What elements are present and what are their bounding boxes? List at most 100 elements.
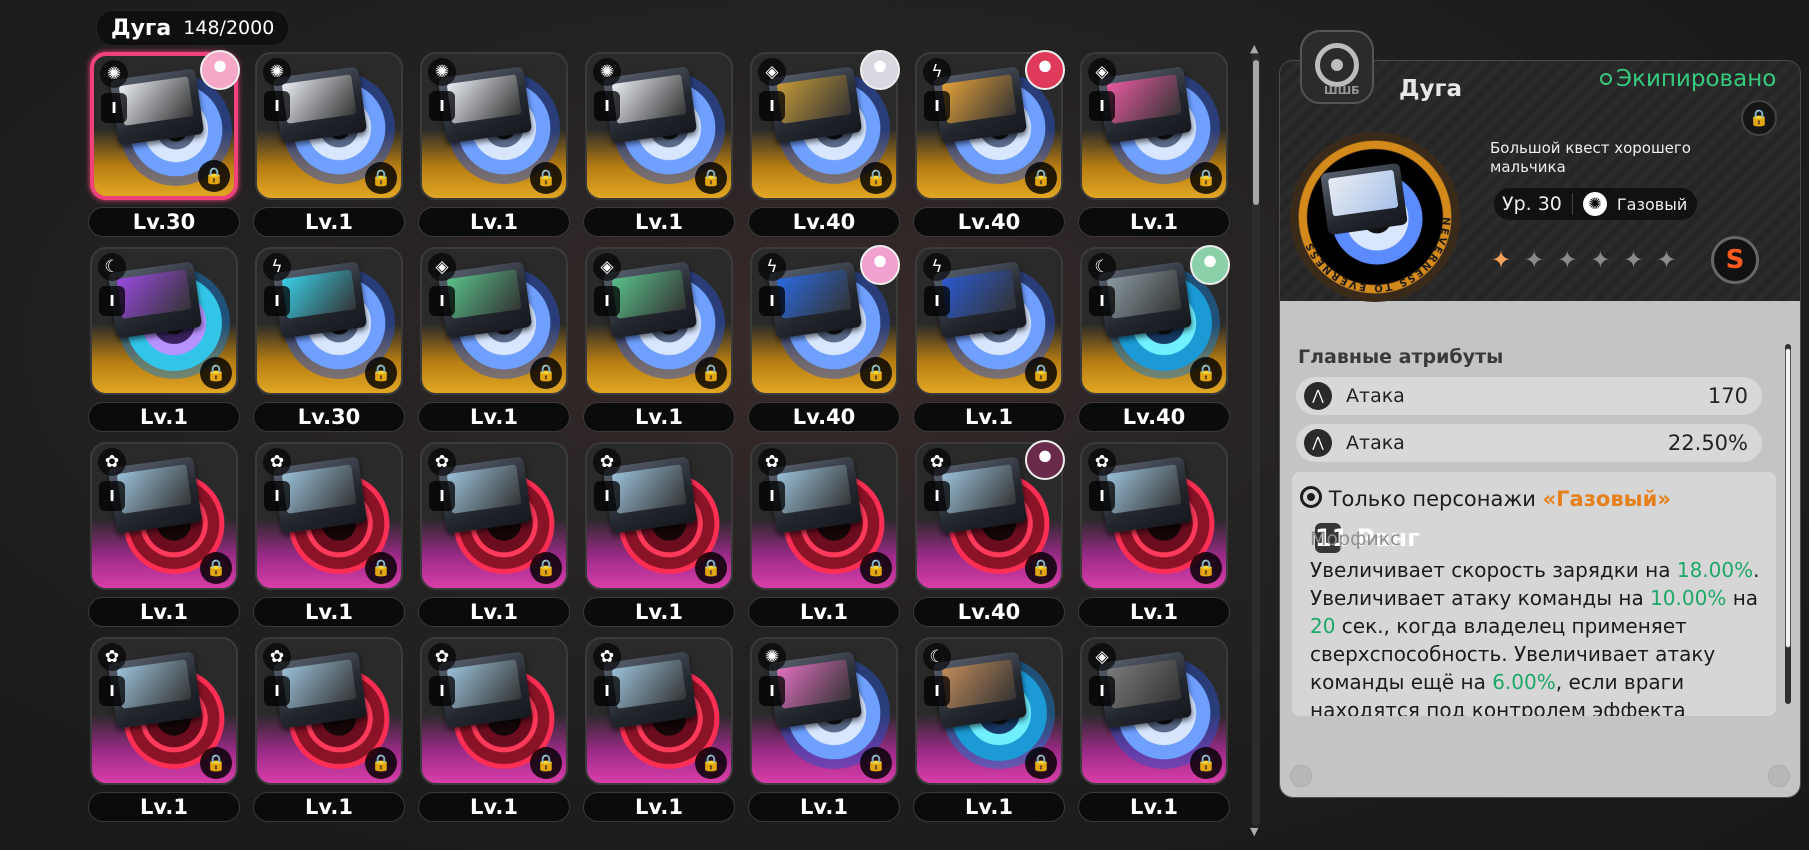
detail-scrollbar-thumb[interactable] [1785,348,1791,648]
disc-card-tile[interactable]: ◈ I 🔒 [585,247,733,395]
lock-icon[interactable]: 🔒 [200,747,232,779]
rank-numeral: I [429,481,455,511]
disc-level-label: Lv.1 [583,207,735,237]
lock-icon[interactable]: 🔒 [530,552,562,584]
disc-card[interactable]: ✿ I 🔒 Lv.1 [583,637,735,822]
flower-icon: ✿ [263,448,291,476]
disc-card[interactable]: ✿ I 🔒 Lv.40 [913,440,1065,627]
lock-icon[interactable]: 🔒 [365,747,397,779]
disc-card[interactable]: ☾ I 🔒 Lv.40 [1078,245,1230,432]
lock-icon[interactable]: 🔒 [1025,747,1057,779]
grid-scrollbar-thumb[interactable] [1253,60,1259,205]
disc-card[interactable]: ☾ I 🔒 Lv.1 [88,247,240,432]
disc-card-tile[interactable]: ϟ I 🔒 [915,247,1063,395]
lock-icon[interactable]: 🔒 [860,357,892,389]
disc-level-label: Lv.1 [583,402,735,432]
disc-card[interactable]: ✺ I 🔒 Lv.1 [748,637,900,822]
lock-icon[interactable]: 🔒 [860,552,892,584]
disc-card[interactable]: ✺ I 🔒 Lv.1 [253,52,405,237]
lock-icon[interactable]: 🔒 [695,162,727,194]
lock-icon[interactable]: 🔒 [1190,552,1222,584]
disc-card[interactable]: ϟ I 🔒 Lv.30 [253,247,405,432]
disc-card[interactable]: ✿ I 🔒 Lv.1 [1078,442,1230,627]
disc-card-tile[interactable]: ✿ I 🔒 [255,442,403,590]
disc-card[interactable]: ✿ I 🔒 Lv.1 [253,442,405,627]
disc-card[interactable]: ✿ I 🔒 Lv.1 [583,442,735,627]
lock-icon[interactable]: 🔒 [530,162,562,194]
rarity-badge: S [1711,236,1759,284]
disc-card[interactable]: ◈ I 🔒 Lv.1 [1078,637,1230,822]
grid-scrollbar[interactable]: ▲ ▼ [1250,42,1260,838]
disc-card-tile[interactable]: ☾ I 🔒 [915,637,1063,785]
disc-card[interactable]: ✺ I 🔒 Lv.1 [583,52,735,237]
flower-icon: ✿ [1088,448,1116,476]
disc-card[interactable]: ✿ I 🔒 Lv.1 [88,442,240,627]
disc-level-label: Lv.40 [748,207,900,237]
disc-card[interactable]: ✺ I 🔒 Lv.30 [88,50,240,237]
lock-icon[interactable]: 🔒 [1190,747,1222,779]
disc-card-tile[interactable]: ϟ I 🔒 [255,247,403,395]
cube-icon: ◈ [1088,58,1116,86]
disc-card[interactable]: ◈ I 🔒 Lv.40 [748,50,900,237]
lock-icon[interactable]: 🔒 [860,747,892,779]
scroll-up-icon[interactable]: ▲ [1250,42,1258,55]
disc-card-tile[interactable]: ◈ I 🔒 [420,247,568,395]
disc-card[interactable]: ☾ I 🔒 Lv.1 [913,637,1065,822]
disc-card-tile[interactable]: ✺ I 🔒 [420,52,568,200]
disc-card-tile[interactable]: ✿ I 🔒 [585,637,733,785]
lock-icon[interactable]: 🔒 [365,552,397,584]
disc-card-tile[interactable]: ✿ I 🔒 [420,442,568,590]
disc-card-tile[interactable]: ✿ I 🔒 [420,637,568,785]
disc-card[interactable]: ϟ I 🔒 Lv.40 [913,50,1065,237]
lightning-icon: ϟ [923,253,951,281]
flower-icon: ✿ [98,643,126,671]
lock-icon[interactable]: 🔒 [365,162,397,194]
lock-icon[interactable]: 🔒 [530,747,562,779]
flower-icon: ✿ [98,448,126,476]
disc-card-tile[interactable]: ✿ I 🔒 [255,637,403,785]
lock-icon[interactable]: 🔒 [200,357,232,389]
disc-card-tile[interactable]: ✺ I 🔒 [750,637,898,785]
lock-icon[interactable]: 🔒 [200,552,232,584]
disc-card[interactable]: ϟ I 🔒 Lv.40 [748,245,900,432]
disc-card-tile[interactable]: ✿ I 🔒 [90,442,238,590]
disc-card-tile[interactable]: ✿ I 🔒 [90,637,238,785]
lock-icon[interactable]: 🔒 [695,357,727,389]
lock-icon[interactable]: 🔒 [1741,100,1777,136]
lock-icon[interactable]: 🔒 [198,160,230,192]
disc-card-tile[interactable]: ◈ I 🔒 [1080,637,1228,785]
disc-card[interactable]: ✿ I 🔒 Lv.1 [418,442,570,627]
disc-card-tile[interactable]: ✿ I 🔒 [1080,442,1228,590]
disc-card[interactable]: ✿ I 🔒 Lv.1 [748,442,900,627]
equipped-character-avatar [860,245,900,285]
disc-level-label: Lv.1 [1078,207,1230,237]
lock-icon[interactable]: 🔒 [1190,357,1222,389]
disc-card-tile[interactable]: ◈ I 🔒 [1080,52,1228,200]
disc-card-tile[interactable]: ✿ I 🔒 [750,442,898,590]
disc-card[interactable]: ◈ I 🔒 Lv.1 [1078,52,1230,237]
disc-card-tile[interactable]: ☾ I 🔒 [90,247,238,395]
disc-level-label: Lv.30 [253,402,405,432]
lock-icon[interactable]: 🔒 [1025,552,1057,584]
lock-icon[interactable]: 🔒 [1025,162,1057,194]
lock-icon[interactable]: 🔒 [530,357,562,389]
lock-icon[interactable]: 🔒 [860,162,892,194]
lock-icon[interactable]: 🔒 [695,552,727,584]
disc-card[interactable]: ϟ I 🔒 Lv.1 [913,247,1065,432]
lock-icon[interactable]: 🔒 [695,747,727,779]
disc-card[interactable]: ◈ I 🔒 Lv.1 [418,247,570,432]
lightning-icon: ϟ [263,253,291,281]
scroll-down-icon[interactable]: ▼ [1250,825,1258,838]
disc-card[interactable]: ✺ I 🔒 Lv.1 [418,52,570,237]
detail-scrollbar[interactable] [1785,344,1791,704]
lock-icon[interactable]: 🔒 [1190,162,1222,194]
disc-card[interactable]: ✿ I 🔒 Lv.1 [253,637,405,822]
lock-icon[interactable]: 🔒 [1025,357,1057,389]
disc-card[interactable]: ✿ I 🔒 Lv.1 [418,637,570,822]
disc-card-tile[interactable]: ✺ I 🔒 [585,52,733,200]
disc-card-tile[interactable]: ✿ I 🔒 [585,442,733,590]
disc-card-tile[interactable]: ✺ I 🔒 [255,52,403,200]
disc-card[interactable]: ◈ I 🔒 Lv.1 [583,247,735,432]
lock-icon[interactable]: 🔒 [365,357,397,389]
disc-card[interactable]: ✿ I 🔒 Lv.1 [88,637,240,822]
